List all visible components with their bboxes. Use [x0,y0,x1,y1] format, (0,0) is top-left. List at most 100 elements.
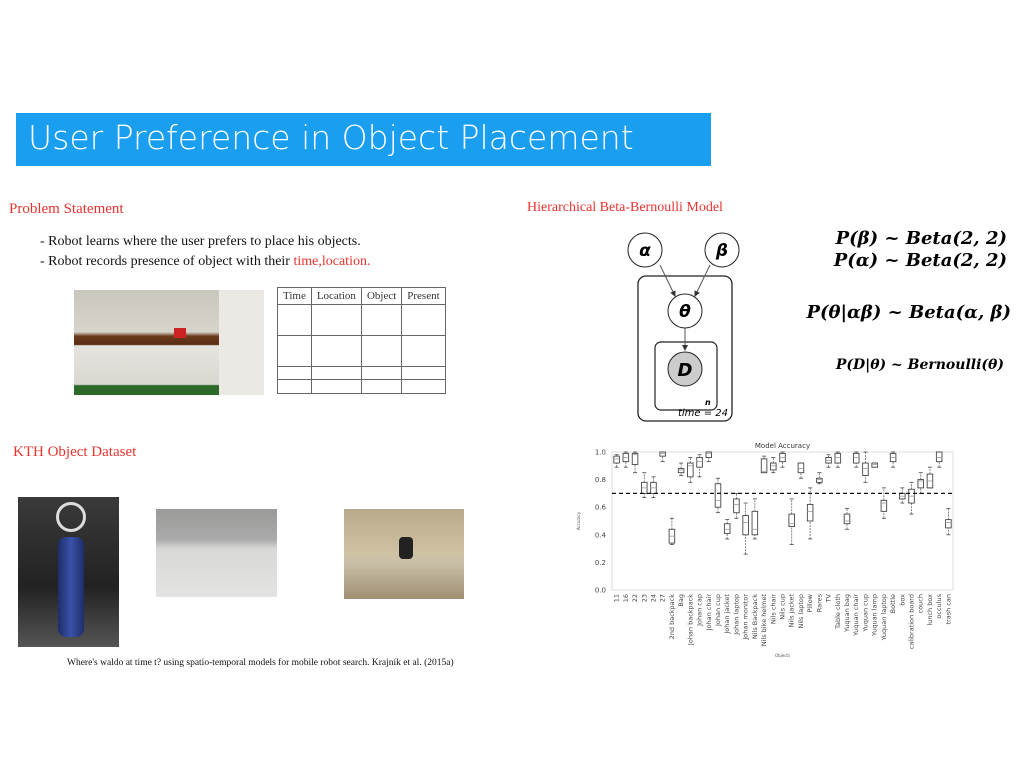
box-johan-laptop [733,498,740,514]
x-tick-label: couch [917,594,925,613]
outer-plate-label: time = 24 [678,408,728,419]
table-header: Object [360,287,403,305]
x-tick-label: Bottle [889,594,897,613]
box-pillow [806,503,814,522]
x-tick-label: Yuquan chair [852,594,860,637]
box-yuquan-cup [862,462,869,476]
box-nils-bike-helmet [760,458,768,474]
x-tick-label: Table cloth [834,594,842,630]
y-tick-label: 0.6 [595,504,607,512]
box-johan-chair [705,451,713,458]
x-tick-label: Johan chair [705,594,713,632]
box-johan-cup [714,483,722,508]
box-nils-laptop [797,462,805,474]
robot-photo [18,497,119,647]
slide-title: User Preference in Object Placement [16,113,711,166]
office-floor-photo [156,509,277,597]
x-tick-label: 16 [622,594,630,602]
x-tick-label: Nils cup [779,594,787,620]
x-tick-label: Johan monitor [742,594,750,641]
bullet-2: - Robot records presence of object with … [40,254,370,270]
kitchen-photo [74,290,264,395]
box-occulus [935,451,943,463]
y-axis-label: Accuracy [576,511,581,530]
x-tick-label: 22 [631,594,639,602]
x-tick-label: 23 [640,594,648,602]
x-tick-label: Yuquan bag [843,594,851,633]
equation-theta: P(θ|αβ) ~ Beta(α, β) [806,302,1011,323]
equation-alpha-prior: P(α) ~ Beta(2, 2) [833,250,1007,271]
table-header: Location [310,287,362,305]
x-tick-label: lunch box [926,594,934,626]
x-tick-label: occulus [935,593,943,618]
x-tick-label: Johan cap [696,594,704,627]
plot-area [611,451,954,591]
x-tick-label: Nils Backpack [751,594,759,639]
box-johan-jacket [723,523,731,534]
box-11 [613,455,620,464]
bullet-2-text: - Robot records presence of object with … [40,254,294,269]
table-header: Time [277,287,312,305]
y-tick-label: 1.0 [595,449,606,457]
box-yuquan-chair [852,452,860,464]
x-tick-label: Nils bike helmet [760,594,768,647]
box-table-cloth [834,452,842,464]
table-header: Present [401,287,446,305]
box-yuquan-lamp [871,462,878,468]
box-bag [677,468,685,474]
x-tick-label: Bag [677,594,685,607]
x-tick-label: Yuquan laptop [880,594,888,641]
x-tick-label: Yuquan lamp [871,594,879,637]
x-tick-label: Johan jacket [723,594,731,635]
x-tick-label: calibration board [908,594,916,649]
model-accuracy-chart: Model Accuracy Accuracy Objects 0.0 0.2 0.4 0.… [576,442,954,658]
dataset-heading: KTH Object Dataset [13,444,137,460]
model-heading: Hierarchical Beta-Bernoulli Model [527,200,723,215]
box-nils-jacket [788,513,795,527]
x-axis-label: Objects [775,653,790,658]
box-rares [816,477,823,483]
y-tick-label: 0.4 [595,531,607,539]
equation-beta-prior: P(β) ~ Beta(2, 2) [835,228,1007,249]
equation-d: P(D|θ) ~ Bernoulli(θ) [835,357,1004,373]
x-tick-label: 11 [613,594,621,602]
x-tick-label: Nils laptop [797,594,805,629]
bullet-1: - Robot learns where the user prefers to… [40,234,361,249]
citation: Where's waldo at time t? using spatio-te… [67,658,454,668]
alpha-label: α [639,241,651,261]
theta-label: θ [679,302,691,322]
bullet-2-highlight: time,location. [293,254,371,269]
box-johan-cap [696,457,703,468]
box-nils-chair [770,462,777,471]
box-johan-backpack [687,462,694,478]
box-johan-monitor [742,515,749,536]
box-27 [659,451,666,457]
d-label: D [678,360,693,381]
x-tick-label: 27 [659,594,667,602]
x-tick-label: Nils chair [769,594,777,624]
beta-label: β [715,241,728,261]
x-tick-label: 2nd backpack [668,594,676,640]
x-tick-label: Johan laptop [732,594,740,636]
x-tick-label: Rares [815,593,823,612]
x-tick-label: 24 [649,594,657,602]
x-tick-label: Yuquan cup [861,594,869,633]
box-yuquan-laptop [880,499,888,512]
x-tick-label: TV [825,593,833,603]
x-tick-label: box [898,594,906,606]
box-nils-backpack [751,510,759,536]
graphical-model: α β θ D n time = 24 [627,232,740,422]
inner-plate-label: n [705,398,711,407]
y-tick-label: 0.8 [595,476,606,484]
x-tick-label: Nils jacket [788,594,796,628]
y-tick-label: 0.2 [595,559,606,567]
y-tick-label: 0.0 [595,587,606,595]
x-tick-label: Pillow [806,593,814,612]
box-yuquan-bag [843,513,851,525]
box-trash-can [945,519,952,529]
observation-table: Time Location Object Present [277,287,446,394]
x-tick-label: Johan backpack [686,594,694,646]
room-photo [344,509,464,599]
problem-statement-heading: Problem Statement [9,201,124,217]
x-tick-label: Johan cup [714,594,722,627]
